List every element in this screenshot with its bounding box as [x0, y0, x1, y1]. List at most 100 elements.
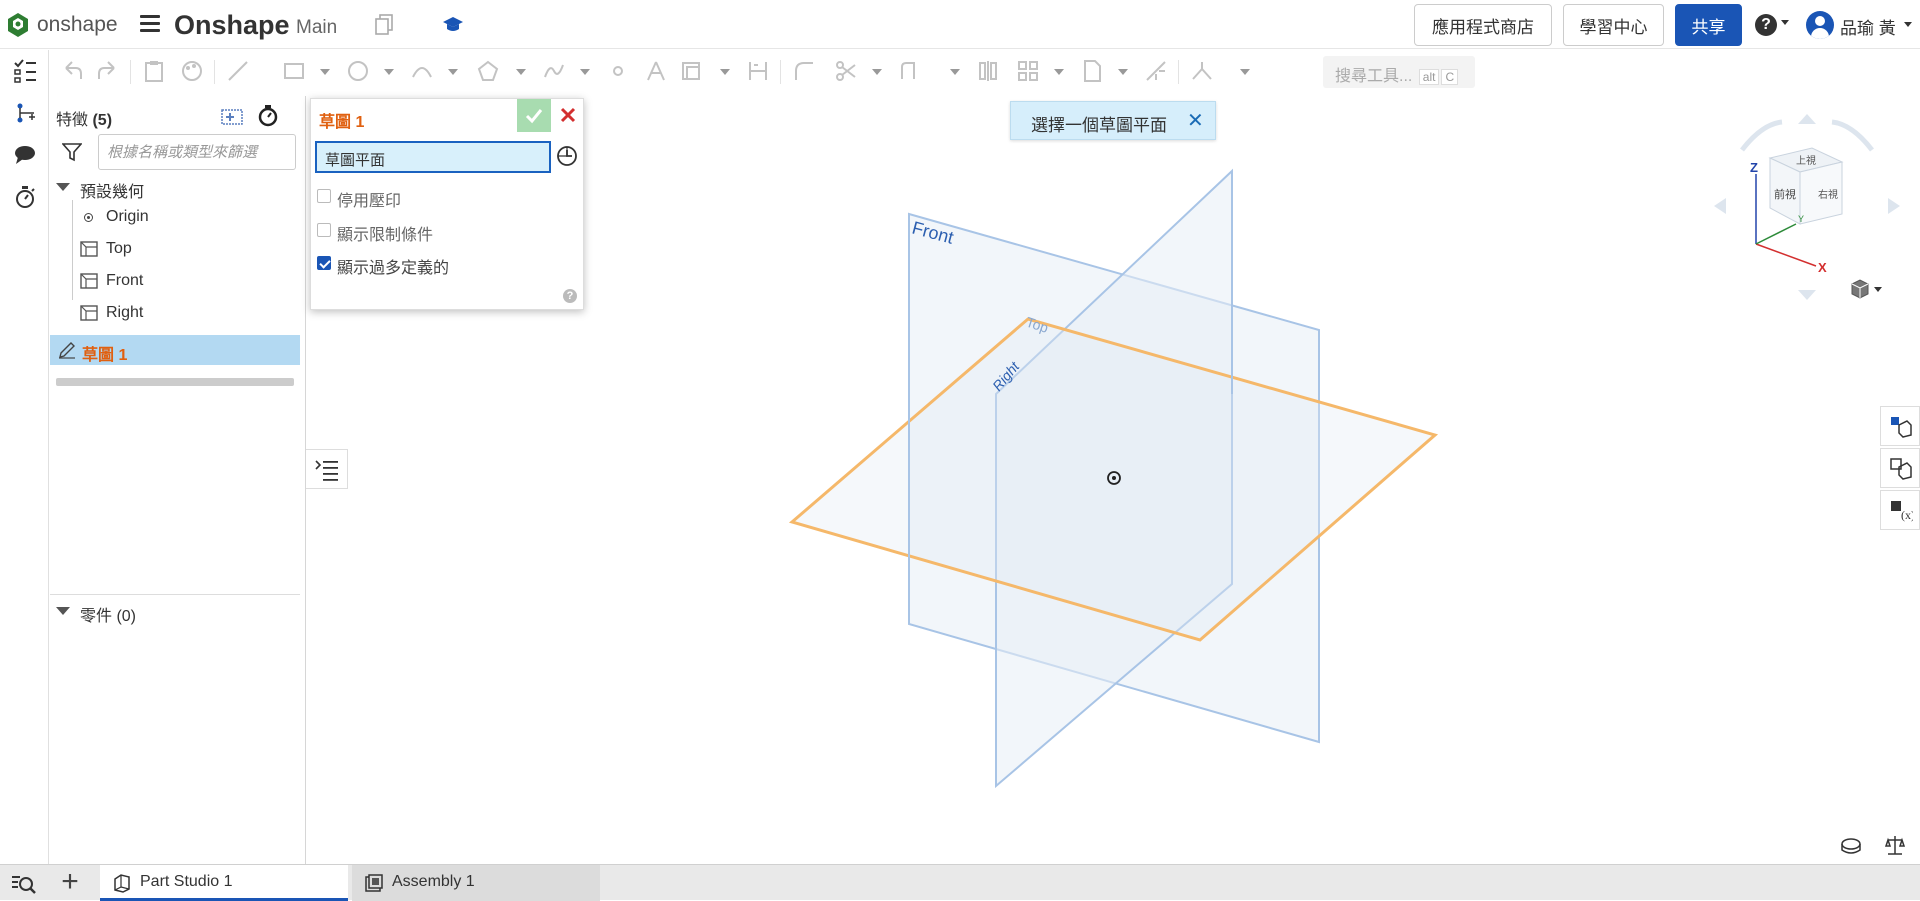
parts-group[interactable]: 零件 (0)	[50, 596, 300, 626]
dimension-tool-icon[interactable]	[746, 59, 770, 83]
clock-toggle-icon[interactable]	[555, 144, 579, 168]
use-tool-icon[interactable]	[1144, 59, 1168, 83]
copy-paste-icon[interactable]	[142, 59, 166, 83]
arrow-up-icon[interactable]	[1798, 114, 1816, 124]
import-dropdown-icon[interactable]	[1118, 69, 1128, 75]
document-copy-icon[interactable]	[374, 14, 394, 36]
view-rotate-arrows[interactable]	[1740, 119, 1874, 152]
tree-item-top[interactable]: Top	[50, 234, 300, 264]
document-title[interactable]: Onshape	[174, 10, 290, 41]
share-button[interactable]: 共享	[1675, 4, 1742, 46]
measure-scale-icon[interactable]	[1884, 834, 1906, 856]
rectangle-dropdown-icon[interactable]	[320, 69, 330, 75]
tab-part-studio-1[interactable]: Part Studio 1	[100, 865, 348, 901]
spline-tool-icon[interactable]	[542, 59, 566, 83]
learning-center-button[interactable]: 學習中心	[1563, 4, 1664, 46]
disable-imprint-checkbox[interactable]: 停用壓印	[317, 185, 537, 210]
feature-filter-input[interactable]	[98, 134, 296, 170]
shortcut-key-alt: alt	[1418, 69, 1440, 85]
onshape-logo-icon[interactable]	[6, 12, 30, 38]
polygon-dropdown-icon[interactable]	[516, 69, 526, 75]
trim-tool-icon[interactable]	[834, 59, 858, 83]
insert-variable-icon[interactable]	[12, 100, 38, 126]
tree-item-origin[interactable]: Origin	[50, 202, 300, 232]
pattern-tool-icon[interactable]	[1016, 59, 1040, 83]
chevron-down-icon[interactable]	[56, 607, 70, 615]
default-geometry-group[interactable]: 預設幾何	[50, 172, 300, 202]
accept-button[interactable]	[517, 99, 551, 132]
version-history-icon[interactable]	[12, 184, 38, 210]
user-name[interactable]: 品瑜 黃	[1840, 14, 1896, 39]
checkbox-box-checked[interactable]	[317, 256, 331, 270]
sketch-plane-field[interactable]: 草圖平面	[315, 141, 551, 173]
sketch-dialog: 草圖 1 草圖平面 停用壓印 顯示限制條件 顯示過多定義的 ?	[310, 98, 584, 310]
checkbox-label: 顯示限制條件	[337, 227, 434, 244]
rollback-timer-icon[interactable]	[256, 103, 280, 127]
help-icon[interactable]: ?	[1755, 14, 1777, 36]
feature-list-scrollbar[interactable]	[56, 378, 294, 386]
tab-search-icon[interactable]	[10, 873, 36, 895]
named-views-button[interactable]	[1880, 406, 1920, 446]
comments-icon[interactable]	[12, 142, 38, 168]
brand-name[interactable]: onshape	[37, 13, 118, 37]
arrow-left-icon[interactable]	[1714, 198, 1726, 214]
show-overdefined-checkbox[interactable]: 顯示過多定義的	[317, 252, 537, 277]
arrow-down-icon[interactable]	[1798, 290, 1816, 300]
polygon-tool-icon[interactable]	[476, 59, 500, 83]
graduation-cap-icon[interactable]	[442, 14, 464, 34]
select-plane-toast: 選擇一個草圖平面 ✕	[1010, 101, 1216, 140]
show-constraints-checkbox[interactable]: 顯示限制條件	[317, 219, 537, 244]
construction-tool-icon[interactable]	[680, 59, 704, 83]
add-folder-icon[interactable]	[220, 104, 244, 126]
arc-tool-icon[interactable]	[410, 59, 434, 83]
mirror-tool-icon[interactable]	[976, 59, 1000, 83]
offset-dropdown-icon[interactable]	[950, 69, 960, 75]
fillet-tool-icon[interactable]	[792, 59, 816, 83]
branch-name[interactable]: Main	[296, 17, 337, 39]
toast-close-icon[interactable]: ✕	[1187, 108, 1204, 133]
cube-top-face-label: 上視	[1796, 154, 1816, 167]
app-store-button[interactable]: 應用程式商店	[1414, 4, 1552, 46]
tab-assembly-1[interactable]: Assembly 1	[352, 865, 600, 901]
appearance-icon[interactable]	[180, 59, 204, 83]
redo-icon[interactable]	[96, 59, 120, 83]
search-tools-input[interactable]: 搜尋工具... alt C	[1323, 56, 1475, 88]
checkbox-box[interactable]	[317, 189, 331, 203]
line-tool-icon[interactable]	[226, 59, 250, 83]
tree-item-right[interactable]: Right	[50, 298, 300, 328]
help-caret-icon[interactable]	[1781, 20, 1789, 25]
mass-properties-icon[interactable]	[1840, 836, 1862, 856]
hamburger-menu-icon[interactable]	[140, 15, 160, 33]
user-menu-caret-icon[interactable]	[1904, 22, 1912, 27]
section-view-button[interactable]	[1880, 448, 1920, 488]
default-geometry-label: 預設幾何	[80, 184, 145, 201]
import-dxf-icon[interactable]	[1080, 59, 1104, 83]
dialog-help-icon[interactable]: ?	[563, 289, 577, 303]
chevron-down-icon[interactable]	[56, 183, 70, 191]
construction-dropdown-icon[interactable]	[720, 69, 730, 75]
trim-dropdown-icon[interactable]	[872, 69, 882, 75]
user-avatar-icon[interactable]	[1806, 11, 1834, 39]
view-cube-menu-icon[interactable]	[1848, 278, 1884, 300]
circle-dropdown-icon[interactable]	[384, 69, 394, 75]
arc-dropdown-icon[interactable]	[448, 69, 458, 75]
add-tab-button[interactable]: +	[52, 867, 88, 899]
arrow-right-icon[interactable]	[1888, 198, 1900, 214]
cancel-button[interactable]	[551, 99, 585, 132]
tree-item-front[interactable]: Front	[50, 266, 300, 296]
offset-tool-icon[interactable]	[898, 59, 922, 83]
filter-icon[interactable]	[62, 142, 82, 162]
tree-item-sketch-1[interactable]: 草圖 1	[50, 335, 300, 365]
spline-dropdown-icon[interactable]	[580, 69, 590, 75]
pattern-dropdown-icon[interactable]	[1054, 69, 1064, 75]
undo-icon[interactable]	[60, 59, 84, 83]
slot-dropdown-icon[interactable]	[1240, 69, 1250, 75]
slot-tool-icon[interactable]	[1190, 59, 1214, 83]
text-tool-icon[interactable]	[644, 59, 668, 83]
checkbox-box[interactable]	[317, 223, 331, 237]
rectangle-tool-icon[interactable]	[282, 59, 306, 83]
point-tool-icon[interactable]	[606, 59, 630, 83]
measure-tool-button[interactable]: (x)	[1880, 490, 1920, 530]
feature-list-icon[interactable]	[12, 58, 38, 84]
circle-tool-icon[interactable]	[346, 59, 370, 83]
